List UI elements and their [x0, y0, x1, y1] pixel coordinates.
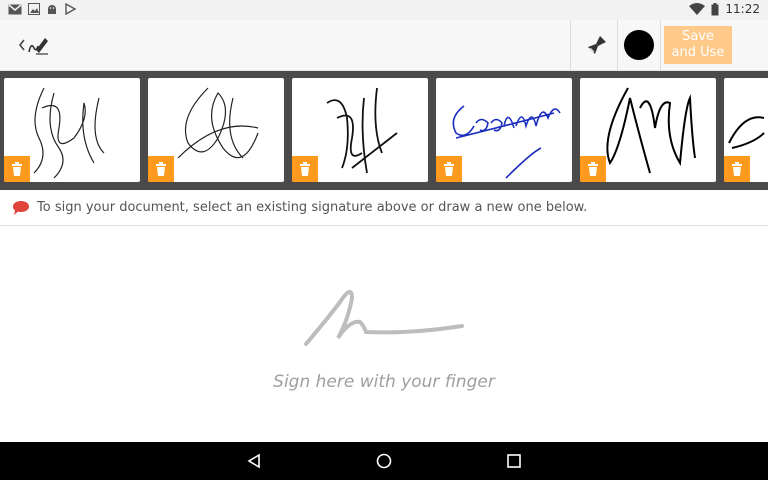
signature-card[interactable]	[436, 78, 572, 182]
nav-home-button[interactable]	[374, 451, 394, 471]
signature-pen-icon	[28, 38, 48, 55]
toolbar-divider	[617, 20, 618, 70]
signature-card[interactable]	[580, 78, 716, 182]
hint-text: To sign your document, select an existin…	[37, 200, 588, 215]
back-arrow-icon	[18, 39, 25, 51]
clear-button[interactable]	[580, 28, 614, 62]
delete-signature-button[interactable]	[580, 156, 606, 182]
trash-icon	[156, 162, 166, 176]
signature-canvas[interactable]: Sign here with your finger	[0, 226, 768, 442]
wifi-icon	[689, 3, 706, 15]
draw-prompt: Sign here with your finger	[273, 372, 495, 392]
nav-home-icon	[376, 453, 392, 469]
signature-card[interactable]	[292, 78, 428, 182]
hint-bar: To sign your document, select an existin…	[0, 190, 768, 226]
signature-card[interactable]	[148, 78, 284, 182]
save-and-use-button[interactable]: Save and Use	[664, 26, 732, 64]
signature-sample-icon	[304, 290, 464, 346]
image-icon	[28, 3, 40, 15]
brush-icon	[588, 36, 606, 54]
delete-signature-button[interactable]	[724, 156, 750, 182]
delete-signature-button[interactable]	[292, 156, 318, 182]
trash-icon	[732, 162, 742, 176]
notification-icons	[8, 3, 76, 15]
toolbar: Save and Use	[0, 20, 768, 71]
signature-card[interactable]	[724, 78, 768, 182]
delete-signature-button[interactable]	[4, 156, 30, 182]
pen-color-button[interactable]	[624, 30, 654, 60]
nav-back-button[interactable]	[244, 451, 264, 471]
save-label-line2: and Use	[671, 45, 725, 60]
status-time: 11:22	[725, 2, 760, 16]
gmail-icon	[8, 3, 22, 14]
speech-bubble-icon	[13, 201, 29, 215]
back-button[interactable]	[18, 28, 58, 62]
save-label-line1: Save	[682, 29, 714, 44]
signature-card[interactable]	[4, 78, 140, 182]
system-icons: 11:22	[689, 2, 760, 16]
trash-icon	[300, 162, 310, 176]
nav-recents-button[interactable]	[504, 451, 524, 471]
nav-back-icon	[247, 453, 260, 469]
status-bar: 11:22	[0, 0, 768, 20]
delete-signature-button[interactable]	[148, 156, 174, 182]
signature-strip[interactable]	[0, 71, 768, 190]
delete-signature-button[interactable]	[436, 156, 462, 182]
navigation-bar	[0, 442, 768, 480]
toolbar-divider	[660, 20, 661, 70]
trash-icon	[12, 162, 22, 176]
toolbar-divider	[570, 20, 571, 70]
play-store-icon	[65, 3, 76, 15]
battery-icon	[711, 2, 719, 15]
android-icon	[48, 5, 56, 14]
trash-icon	[588, 162, 598, 176]
trash-icon	[444, 162, 454, 176]
nav-recents-icon	[507, 454, 521, 468]
